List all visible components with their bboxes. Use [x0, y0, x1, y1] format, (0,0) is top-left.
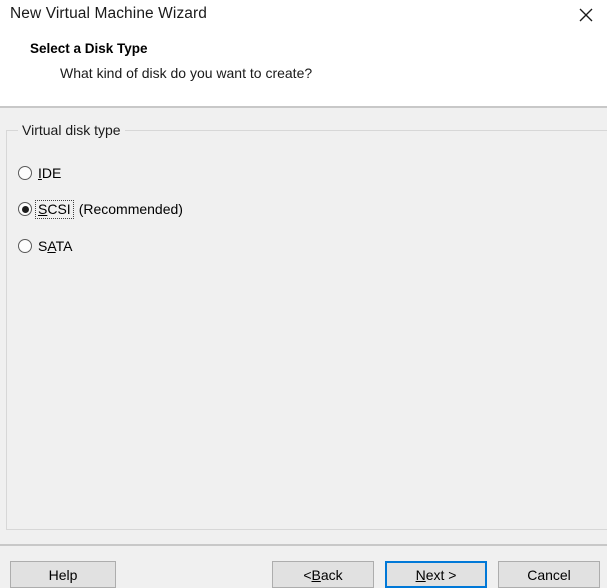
page-subtitle: What kind of disk do you want to create?: [60, 65, 313, 81]
radio-option-sata[interactable]: SATA: [18, 236, 81, 256]
radio-label-scsi: SCSI: [35, 199, 74, 219]
radio-option-scsi[interactable]: SCSI (Recommended): [18, 199, 183, 219]
groupbox-label: Virtual disk type: [18, 122, 125, 138]
radio-indicator-scsi[interactable]: [18, 202, 32, 216]
cancel-button[interactable]: Cancel: [498, 561, 600, 588]
radio-indicator-ide[interactable]: [18, 166, 32, 180]
virtual-disk-type-groupbox: [6, 130, 607, 530]
radio-indicator-sata[interactable]: [18, 239, 32, 253]
close-icon: [579, 8, 593, 22]
page-title: Select a Disk Type: [30, 41, 148, 56]
radio-label-ide: IDE: [38, 164, 62, 181]
radio-option-ide[interactable]: IDE: [18, 163, 69, 183]
back-button[interactable]: < Back: [272, 561, 374, 588]
new-virtual-machine-wizard-dialog: New Virtual Machine Wizard Select a Disk…: [0, 0, 607, 588]
close-button[interactable]: [565, 0, 607, 30]
dialog-header: New Virtual Machine Wizard Select a Disk…: [0, 0, 607, 106]
help-button[interactable]: Help: [10, 561, 116, 588]
radio-suffix-scsi: (Recommended): [78, 201, 183, 217]
radio-label-sata: SATA: [38, 237, 73, 254]
header-separator: [0, 106, 607, 108]
window-title: New Virtual Machine Wizard: [10, 5, 207, 22]
next-button[interactable]: Next >: [385, 561, 487, 588]
